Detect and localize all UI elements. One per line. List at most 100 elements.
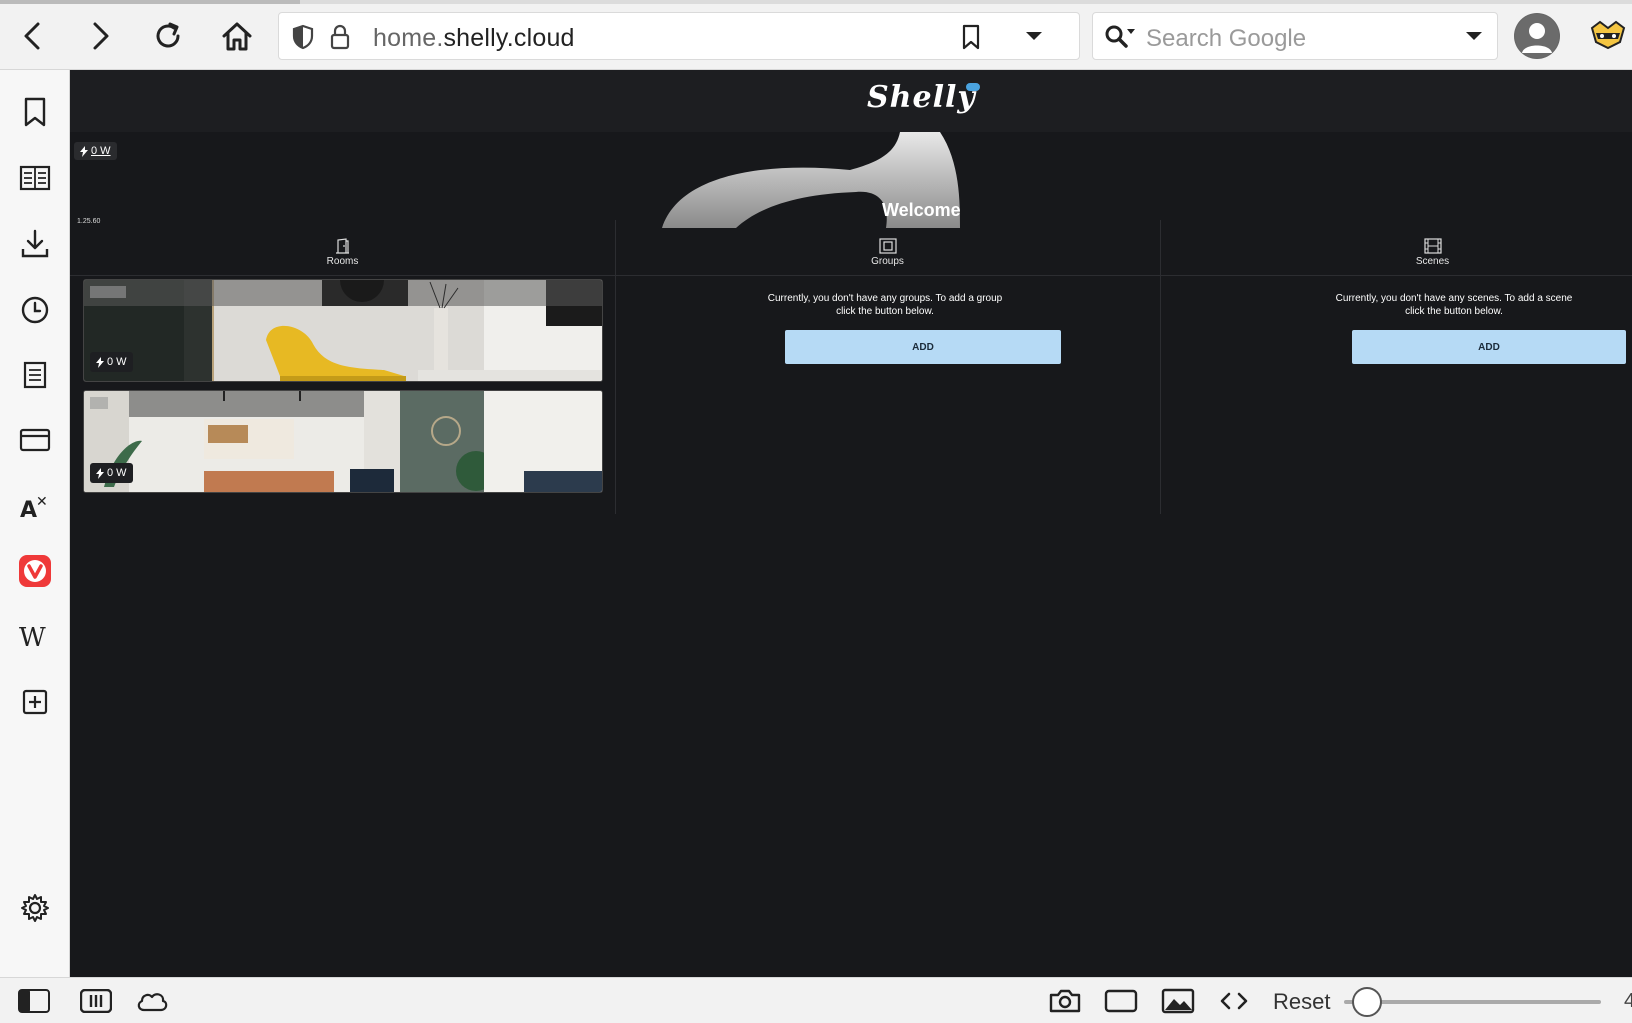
sidebar-item-wikipedia[interactable]: W <box>15 617 55 657</box>
url-host-prefix: home. <box>373 24 444 52</box>
welcome-hero: 0 W <box>70 132 1632 228</box>
room-power-value: 0 W <box>107 467 127 479</box>
search-input[interactable]: Search Google <box>1146 25 1306 53</box>
room-card[interactable]: 0 W <box>83 390 603 493</box>
bookmarks-icon <box>24 97 46 127</box>
svg-text:A: A <box>20 498 37 521</box>
room-power-badge[interactable]: 0 W <box>90 352 133 372</box>
svg-text:✕: ✕ <box>36 494 48 510</box>
bolt-icon <box>80 145 88 157</box>
shield-icon[interactable] <box>291 24 315 50</box>
extension-button[interactable] <box>1588 18 1628 54</box>
bolt-icon <box>96 467 104 479</box>
camera-icon <box>1049 989 1081 1013</box>
room-card[interactable]: 0 W <box>83 279 603 382</box>
page-tiling-button[interactable] <box>1103 986 1139 1016</box>
reload-icon <box>156 22 180 48</box>
sidebar-item-downloads[interactable] <box>15 224 55 264</box>
search-bar[interactable]: Search Google <box>1092 12 1498 60</box>
tab-scenes[interactable]: Scenes <box>1160 228 1632 276</box>
code-icon <box>1220 992 1248 1010</box>
door-icon <box>335 237 349 254</box>
reload-button[interactable] <box>148 16 188 56</box>
welcome-title: Welcome <box>882 200 961 220</box>
panel-toggle-icon <box>18 989 50 1013</box>
room-photo <box>84 280 602 381</box>
wikipedia-icon: W <box>19 623 46 651</box>
main-tabs: Rooms Groups Scenes <box>70 228 1632 276</box>
zoom-slider-handle[interactable] <box>1352 987 1382 1017</box>
forward-button[interactable] <box>80 16 120 56</box>
history-icon <box>21 296 49 324</box>
tab-groups-label: Groups <box>871 255 904 267</box>
chevron-down-icon[interactable] <box>1465 30 1483 42</box>
sidebar-item-notes[interactable] <box>15 355 55 395</box>
groups-empty-message: Currently, you don't have any groups. To… <box>767 293 1003 317</box>
lock-icon[interactable] <box>329 23 351 51</box>
reading-list-icon <box>19 165 51 191</box>
add-scene-button[interactable]: ADD <box>1352 330 1626 364</box>
sync-button[interactable] <box>134 986 170 1016</box>
browser-toolbar: home.shelly.cloud Search Google <box>0 0 1632 70</box>
room-name-label <box>90 397 108 409</box>
back-button[interactable] <box>13 16 53 56</box>
room-photo <box>84 391 602 492</box>
shelly-logo[interactable]: Shelly <box>867 80 976 115</box>
toggle-panel-button[interactable] <box>16 986 52 1016</box>
add-group-button[interactable]: ADD <box>785 330 1061 364</box>
sidebar-item-settings[interactable] <box>15 888 55 928</box>
sidebar-item-bookmarks[interactable] <box>15 92 55 132</box>
vivaldi-icon <box>19 555 51 587</box>
home-button[interactable] <box>217 16 257 56</box>
window-icon <box>1104 989 1138 1013</box>
sidebar-item-vivaldi[interactable] <box>15 551 55 591</box>
room-power-badge[interactable]: 0 W <box>90 463 133 483</box>
status-bar: Reset 4 <box>0 977 1632 1023</box>
total-power-badge[interactable]: 0 W <box>74 142 117 160</box>
active-tab-indicator <box>0 0 300 4</box>
images-toggle-button[interactable] <box>1160 986 1196 1016</box>
zoom-slider-track[interactable] <box>1344 1000 1601 1004</box>
svg-text:W: W <box>19 623 46 651</box>
bolt-icon <box>96 356 104 368</box>
url-text[interactable]: home.shelly.cloud <box>373 24 575 53</box>
translate-icon: A✕ <box>20 494 48 521</box>
user-icon <box>1515 14 1559 58</box>
search-engine-icon[interactable] <box>1103 23 1137 51</box>
profile-avatar[interactable] <box>1514 13 1560 59</box>
app-version: 1.25.60 <box>77 218 101 225</box>
tile-icon <box>80 989 112 1013</box>
address-bar[interactable]: home.shelly.cloud <box>278 12 1080 60</box>
tab-groups[interactable]: Groups <box>615 228 1160 276</box>
capture-button[interactable] <box>1047 986 1083 1016</box>
zoom-level-value: 4 <box>1624 990 1632 1012</box>
scenes-empty-message: Currently, you don't have any scenes. To… <box>1335 293 1573 317</box>
room-name-label <box>90 286 126 298</box>
notes-icon <box>23 361 47 389</box>
back-arrow-icon <box>24 22 40 50</box>
tab-tiling-button[interactable] <box>78 986 114 1016</box>
bookmark-page-icon[interactable] <box>960 23 982 51</box>
sidebar-item-reading-list[interactable] <box>15 158 55 198</box>
web-content: Shelly 0 W 1.25.60 Welcome Rooms Groups <box>70 70 1632 977</box>
zoom-reset-button[interactable]: Reset <box>1273 989 1330 1015</box>
sidebar-item-history[interactable] <box>15 290 55 330</box>
tab-strip[interactable] <box>0 0 1632 4</box>
chevron-down-icon[interactable] <box>1025 30 1043 42</box>
tab-rooms-label: Rooms <box>326 255 359 267</box>
total-power-value: 0 W <box>91 145 111 157</box>
home-icon <box>222 22 252 51</box>
shelly-header: Shelly <box>70 70 1632 132</box>
logo-cloud-mark <box>966 83 980 91</box>
film-icon <box>1423 237 1442 254</box>
tab-scenes-label: Scenes <box>1415 255 1450 267</box>
sidebar-item-translate[interactable]: A ✕ <box>15 486 55 526</box>
room-power-value: 0 W <box>107 356 127 368</box>
column-divider <box>1160 220 1161 514</box>
page-actions-button[interactable] <box>1216 986 1252 1016</box>
sidebar-item-window[interactable] <box>15 420 55 460</box>
cloud-icon <box>137 993 168 1012</box>
tab-rooms[interactable]: Rooms <box>70 228 615 276</box>
sidebar-item-add-panel[interactable] <box>15 682 55 722</box>
column-divider <box>615 220 616 514</box>
